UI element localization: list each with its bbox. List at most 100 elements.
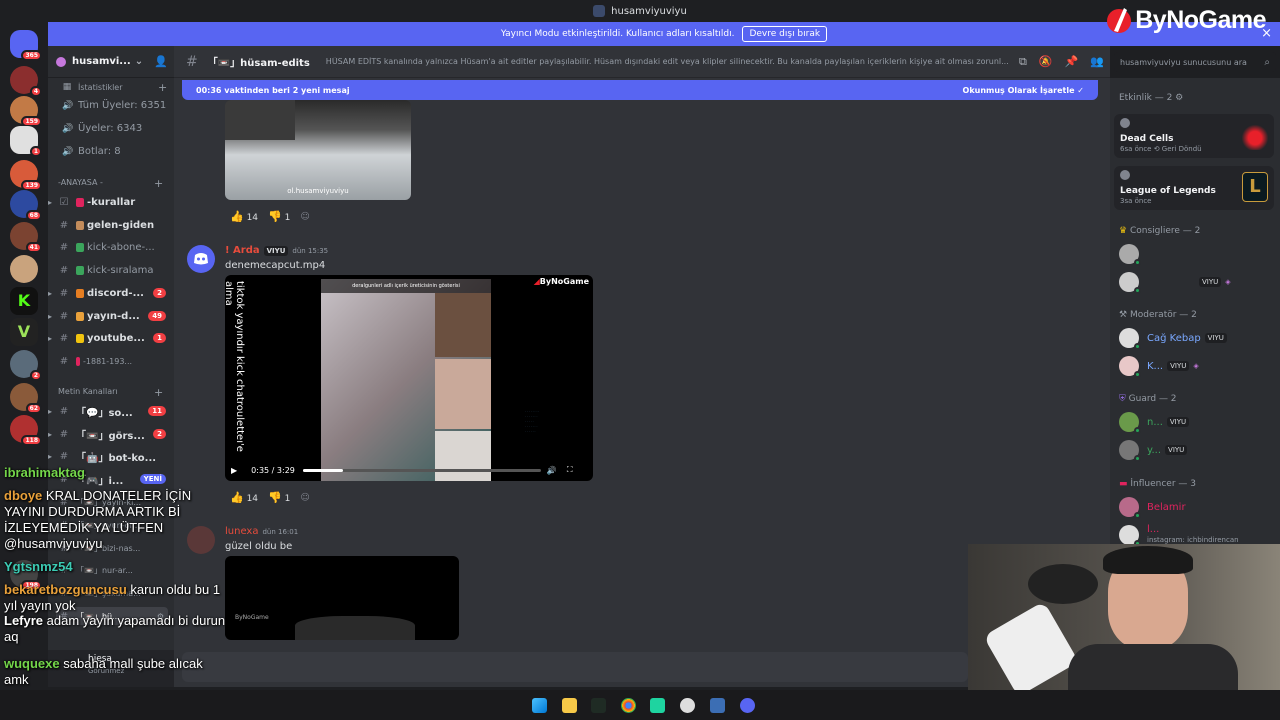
app-icon[interactable] <box>680 698 695 713</box>
server-icon[interactable]: 4 <box>10 66 42 97</box>
video-seek-fill <box>302 468 344 472</box>
video-logo: ◢ByNoGame <box>533 277 589 286</box>
message-composer[interactable] <box>182 652 968 682</box>
stream-chat-line: bekaretbozguncusu karun oldu bu 1 <box>4 582 220 598</box>
terminal-icon[interactable] <box>591 698 606 713</box>
direct-messages-icon[interactable]: 365 <box>10 30 42 61</box>
add-friend-icon[interactable]: 👤 <box>154 55 168 68</box>
channel-item[interactable]: ▸ # 「📼」görs... 2 <box>48 425 168 443</box>
channel-topic[interactable]: HÜSAM EDİTS kanalında yalnızca Hüsam'a a… <box>326 57 1016 66</box>
server-icon[interactable]: 139 <box>10 160 42 191</box>
channel-item[interactable]: ▸ # 「🤖」bot-ko... <box>48 447 168 465</box>
message-author[interactable]: ! Arda VIYU dün 15:35 <box>225 245 328 256</box>
server-icon[interactable]: 68 <box>10 190 42 221</box>
reaction-thumbs-down[interactable]: 👎 1 <box>268 210 290 223</box>
add-reaction-icon[interactable]: ☺ <box>300 493 309 503</box>
server-icon[interactable]: 41 <box>10 222 42 253</box>
volume-icon[interactable]: 🔊 <box>547 466 557 475</box>
channel-item[interactable]: # kick-abone-... <box>56 238 168 256</box>
channel-item[interactable]: ▸ # yayın-d... 49 <box>48 307 168 325</box>
channel-item[interactable]: ▸ # 「💬」so... 11 <box>48 402 168 420</box>
video-player[interactable]: tiktok yayındır kick chatrouletteı'e alm… <box>225 275 593 481</box>
discord-logo-icon <box>194 253 208 265</box>
stream-chat-line: Lefyre adam yayın yapamadı bi durun <box>4 613 225 629</box>
add-channel-icon[interactable]: + <box>154 386 163 399</box>
channel-item[interactable]: ▸ # discord-... 2 <box>48 284 168 302</box>
activity-card[interactable]: Dead Cells 6sa önce ⟲ Geri Döndü <box>1114 114 1274 158</box>
stream-chat-line: Ygtsnmz54 <box>4 559 73 575</box>
add-channel-icon[interactable]: + <box>154 177 163 190</box>
volume-icon: 🔊 <box>62 100 74 111</box>
stream-chat-line: YAYINI DURDURMA ARTIK Bİ <box>4 504 180 520</box>
chrome-icon[interactable] <box>621 698 636 713</box>
disable-streamer-mode-button[interactable]: Devre dışı bırak <box>742 26 828 42</box>
category-metin[interactable]: Metin Kanalları + <box>58 386 163 399</box>
channel-item[interactable]: ▸ ☑ -kurallar <box>48 193 168 211</box>
activity-card[interactable]: League of Legends 3sa önce L <box>1114 166 1274 210</box>
stat-total-members[interactable]: 🔊 Tüm Üyeler: 6351 <box>62 100 166 111</box>
channel-item[interactable]: ▸ # youtube... 1 <box>48 329 168 347</box>
stream-chat-line: İZLEYEMEDİK YA LÜTFEN <box>4 520 163 536</box>
search-input[interactable]: husamviyuviyu sunucusunu ara ⌕ <box>1114 52 1276 72</box>
windows-start-icon[interactable] <box>532 698 547 713</box>
attachment-image[interactable]: ol.husamviyuviyu <box>225 100 411 200</box>
avatar[interactable] <box>187 245 215 273</box>
reactions: 👍 14 👎 1 ☺ <box>230 210 310 223</box>
server-icon[interactable] <box>10 255 38 283</box>
member-item[interactable]: Belamir <box>1119 496 1186 519</box>
server-icon[interactable]: V <box>10 318 38 346</box>
server-icon[interactable]: 1 <box>10 126 42 157</box>
member-item[interactable]: VIYU ◈ <box>1119 271 1231 294</box>
add-channel-icon[interactable]: + <box>158 81 167 94</box>
hash-icon: # <box>186 53 198 70</box>
app-icon[interactable] <box>650 698 665 713</box>
add-reaction-icon[interactable]: ☺ <box>300 212 309 222</box>
new-messages-bar[interactable]: 00:36 vaktinden beri 2 yeni mesaj Okunmu… <box>182 80 1098 100</box>
channel-item[interactable]: # kick-sıralama <box>56 261 168 279</box>
video-seek-bar[interactable] <box>302 468 541 472</box>
stats-category[interactable]: ▦ İstatistikler + <box>62 81 167 94</box>
member-item[interactable]: n... VIYU <box>1119 411 1190 434</box>
app-icon[interactable] <box>710 698 725 713</box>
activity-header: Etkinlik — 2 ⚙ <box>1119 93 1184 103</box>
member-item[interactable]: K... VIYU ◈ <box>1119 355 1199 378</box>
members-icon[interactable]: 👥 <box>1090 55 1104 69</box>
threads-icon[interactable]: ⧉ <box>1019 55 1027 69</box>
server-icon[interactable]: 159 <box>10 96 42 127</box>
server-icon[interactable]: 62 <box>10 383 42 414</box>
crown-icon: ♛ <box>1119 226 1128 236</box>
taskbar <box>0 690 1280 720</box>
server-icon[interactable]: 2 <box>10 350 42 381</box>
member-item[interactable]: l... instagram: ichbindirencan <box>1119 524 1239 547</box>
discord-taskbar-icon[interactable] <box>740 698 755 713</box>
avatar <box>1119 244 1141 266</box>
pin-icon[interactable]: 📌 <box>1065 55 1079 69</box>
mark-read-icon: ✓ <box>1077 85 1084 95</box>
checkbox-icon: ☑ <box>59 196 69 208</box>
stream-chat-user: wuquexe <box>4 656 64 671</box>
mute-bell-icon[interactable]: 🔕 <box>1039 55 1053 69</box>
file-explorer-icon[interactable] <box>562 698 577 713</box>
server-icon[interactable]: 118 <box>10 415 42 446</box>
server-header[interactable]: husamvi... ⌄ 👤 <box>48 46 174 78</box>
reaction-thumbs-down[interactable]: 👎 1 <box>268 491 290 504</box>
avatar <box>1119 356 1141 378</box>
reaction-thumbs-up[interactable]: 👍 14 <box>230 210 258 223</box>
category-anayasa[interactable]: -ANAYASA - + <box>58 177 163 190</box>
channel-item[interactable]: # gelen-giden <box>56 216 168 234</box>
channel-header: # 「📼」hüsam-edits HÜSAM EDİTS kanalında y… <box>174 46 1110 78</box>
mark-read-button[interactable]: Okunmuş Olarak İşaretle ✓ <box>963 86 1084 95</box>
member-item[interactable]: Cağ Kebap VIYU <box>1119 327 1227 350</box>
stat-members[interactable]: 🔊 Üyeler: 6343 <box>62 123 142 134</box>
avatar <box>1120 118 1130 128</box>
attachment-image[interactable]: ByNoGame <box>225 556 459 640</box>
stream-chat-text: yıl yayın yok <box>4 598 76 613</box>
influencer-icon: ▬ <box>1119 479 1128 489</box>
channel-item[interactable]: # -1881-193... <box>56 352 168 370</box>
member-item[interactable]: y... VIYU <box>1119 439 1188 462</box>
kick-icon[interactable]: K <box>10 287 38 315</box>
fullscreen-icon[interactable]: ⛶ <box>567 465 573 475</box>
stat-bots[interactable]: 🔊 Botlar: 8 <box>62 146 121 157</box>
hammer-icon: ⚒ <box>1119 310 1128 320</box>
member-item[interactable] <box>1119 243 1147 266</box>
